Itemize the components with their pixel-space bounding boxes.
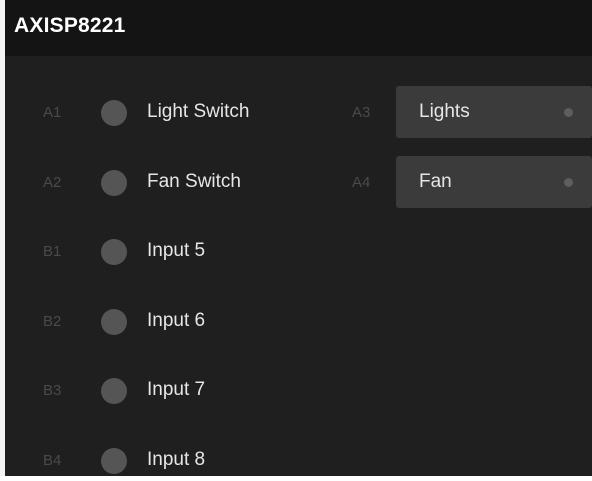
- input-status-led: [101, 378, 127, 404]
- port-label: A4: [352, 174, 371, 191]
- input-status-led: [101, 170, 127, 196]
- input-label: Fan Switch: [147, 171, 241, 192]
- device-panel: AXISP8221 A1 Light Switch A2 Fan Switch …: [0, 0, 592, 476]
- input-row-b2: B2 Input 6: [5, 302, 305, 342]
- output-button-fan[interactable]: Fan: [396, 156, 592, 208]
- input-label: Input 5: [147, 240, 206, 261]
- port-label: A2: [43, 174, 62, 191]
- input-status-led: [101, 100, 127, 126]
- input-row-a1: A1 Light Switch: [5, 93, 305, 133]
- input-label: Light Switch: [147, 101, 250, 122]
- input-label: Input 7: [147, 379, 206, 400]
- device-title-bar: AXISP8221: [5, 0, 592, 56]
- port-label: A1: [43, 104, 62, 121]
- input-status-led: [101, 309, 127, 335]
- input-row-b4: B4 Input 8: [5, 441, 305, 481]
- input-row-b1: B1 Input 5: [5, 232, 305, 272]
- port-label: B2: [43, 313, 62, 330]
- input-label: Input 8: [147, 449, 206, 470]
- port-label: B3: [43, 382, 62, 399]
- input-row-b3: B3 Input 7: [5, 371, 305, 411]
- output-button-lights[interactable]: Lights: [396, 86, 592, 138]
- port-label: B1: [43, 243, 62, 260]
- output-status-indicator: [564, 108, 573, 117]
- output-button-label: Fan: [419, 171, 452, 192]
- input-status-led: [101, 239, 127, 265]
- port-label: A3: [352, 104, 371, 121]
- input-status-led: [101, 448, 127, 474]
- input-label: Input 6: [147, 310, 206, 331]
- output-status-indicator: [564, 178, 573, 187]
- output-button-label: Lights: [419, 101, 470, 122]
- input-row-a2: A2 Fan Switch: [5, 163, 305, 203]
- port-label: B4: [43, 452, 62, 469]
- device-title: AXISP8221: [14, 14, 126, 37]
